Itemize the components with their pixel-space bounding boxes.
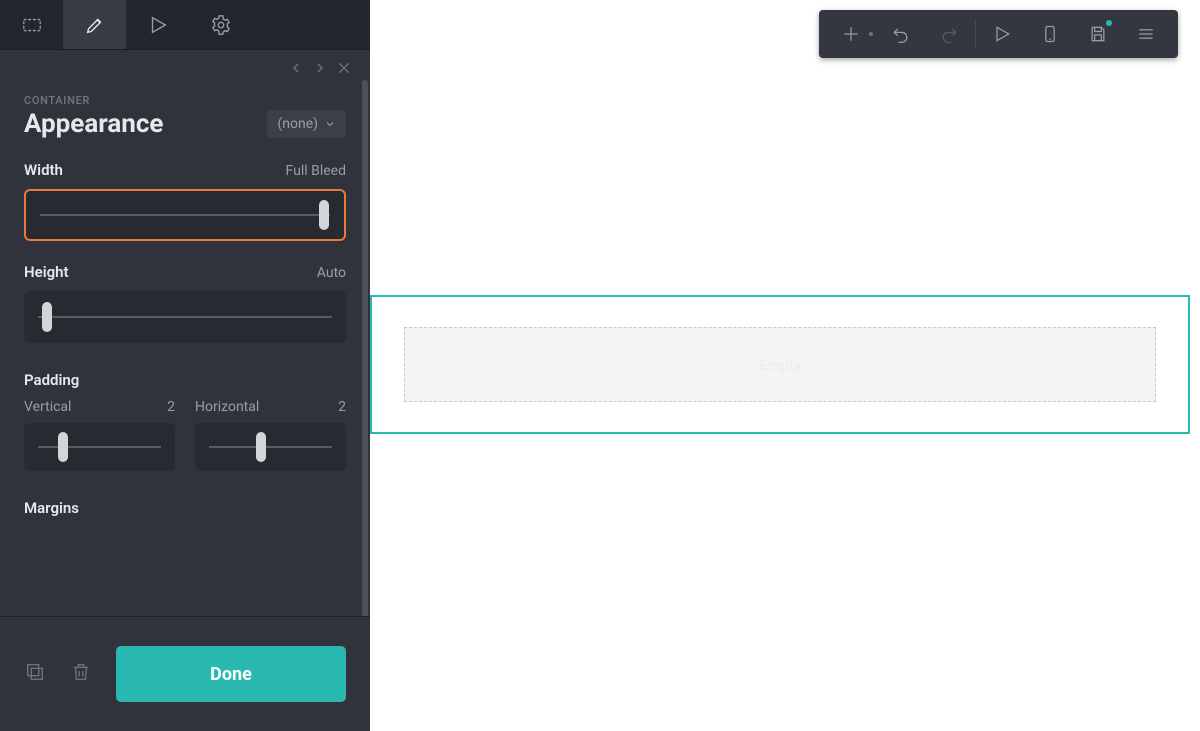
play-icon	[992, 24, 1012, 44]
chevron-left-icon[interactable]	[288, 60, 304, 76]
device-preview-button[interactable]	[1026, 10, 1074, 58]
height-slider-handle[interactable]	[42, 302, 52, 332]
chevron-right-icon[interactable]	[312, 60, 328, 76]
height-label: Height	[24, 263, 69, 281]
eyebrow-label: CONTAINER	[24, 94, 346, 107]
style-selector-dropdown[interactable]: (none)	[267, 110, 346, 138]
padding-label: Padding	[24, 371, 79, 389]
tab-animate[interactable]	[126, 0, 189, 49]
close-icon[interactable]	[336, 60, 352, 76]
chevron-down-icon	[324, 118, 336, 130]
padding-vertical-value: 2	[167, 399, 175, 415]
panel-nav	[0, 50, 370, 80]
add-button[interactable]	[827, 10, 875, 58]
scrollbar[interactable]	[362, 80, 368, 616]
delete-button[interactable]	[70, 661, 92, 687]
editor-side-panel: CONTAINER Appearance (none) Width Full B…	[0, 0, 370, 731]
redo-button[interactable]	[925, 10, 973, 58]
height-slider[interactable]	[24, 291, 346, 343]
style-selector-value: (none)	[277, 116, 318, 132]
duplicate-icon	[24, 661, 46, 683]
padding-horizontal-value: 2	[338, 399, 346, 415]
padding-horizontal-handle[interactable]	[256, 432, 266, 462]
done-button[interactable]: Done	[116, 646, 346, 702]
width-slider-track	[40, 214, 330, 216]
tab-select[interactable]	[0, 0, 63, 49]
plus-icon	[841, 24, 861, 44]
tab-appearance[interactable]	[63, 0, 126, 49]
save-button[interactable]	[1074, 10, 1122, 58]
panel-footer: Done	[0, 616, 370, 731]
padding-horizontal-label: Horizontal	[195, 399, 259, 415]
width-slider-handle[interactable]	[319, 200, 329, 230]
width-slider[interactable]	[24, 189, 346, 241]
width-value: Full Bleed	[286, 163, 346, 179]
padding-row: Vertical 2 Horizontal 2	[24, 399, 346, 471]
panel-tabs	[0, 0, 370, 50]
selected-container[interactable]: Empty	[370, 295, 1190, 434]
tab-settings[interactable]	[189, 0, 252, 49]
width-label: Width	[24, 161, 63, 179]
toolbar-separator	[975, 21, 976, 47]
save-icon	[1088, 24, 1108, 44]
undo-button[interactable]	[877, 10, 925, 58]
empty-label: Empty	[759, 356, 801, 374]
margins-label: Margins	[24, 499, 79, 517]
panel-body: CONTAINER Appearance (none) Width Full B…	[0, 80, 370, 616]
undo-icon	[891, 24, 911, 44]
gear-icon	[210, 14, 232, 36]
padding-vertical-label: Vertical	[24, 399, 71, 415]
paintbrush-icon	[84, 14, 106, 36]
padding-horizontal-slider[interactable]	[195, 423, 346, 471]
height-value: Auto	[317, 265, 346, 281]
padding-vertical-handle[interactable]	[58, 432, 68, 462]
floating-toolbar	[819, 10, 1178, 58]
canvas[interactable]: Empty	[370, 0, 1200, 731]
mobile-icon	[1040, 24, 1060, 44]
menu-button[interactable]	[1122, 10, 1170, 58]
height-slider-track	[38, 316, 332, 318]
select-rectangle-icon	[21, 14, 43, 36]
redo-icon	[939, 24, 959, 44]
duplicate-button[interactable]	[24, 661, 46, 687]
trash-icon	[70, 661, 92, 683]
unsaved-indicator	[1106, 20, 1112, 26]
preview-button[interactable]	[978, 10, 1026, 58]
panel-title: Appearance	[24, 109, 163, 139]
play-icon	[147, 14, 169, 36]
empty-dropzone[interactable]: Empty	[404, 327, 1156, 402]
hamburger-icon	[1136, 24, 1156, 44]
padding-vertical-slider[interactable]	[24, 423, 175, 471]
